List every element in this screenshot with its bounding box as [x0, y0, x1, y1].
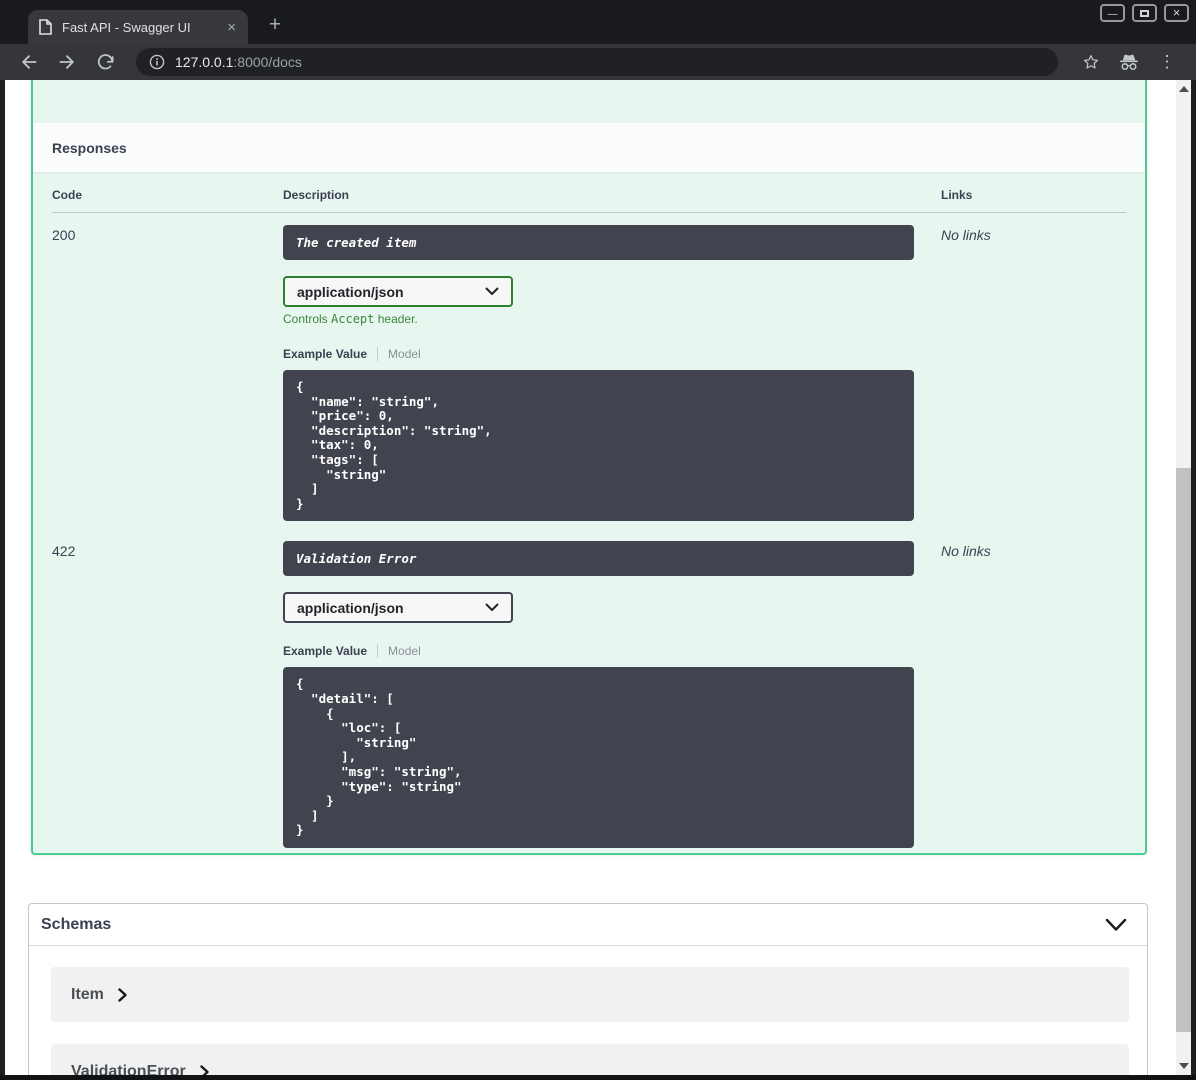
page-scrollbar[interactable]: [1176, 80, 1191, 1075]
example-json-code: { "detail": [ { "loc": [ "string" ], "ms…: [296, 676, 462, 838]
tab-example-value[interactable]: Example Value: [283, 347, 377, 361]
scrollbar-up-arrow-icon[interactable]: [1179, 86, 1189, 92]
response-links: No links: [941, 543, 991, 560]
scrollbar-thumb[interactable]: [1176, 468, 1191, 1032]
chevron-down-icon: [485, 603, 499, 612]
model-name: ValidationError: [71, 1062, 186, 1076]
window-border-right: [1191, 80, 1196, 1080]
schemas-header[interactable]: Schemas: [29, 904, 1147, 946]
close-button[interactable]: ×: [1164, 4, 1189, 22]
media-type-value: application/json: [297, 599, 404, 616]
response-description-box: The created item: [283, 225, 914, 260]
response-code: 200: [52, 227, 76, 243]
opblock-post-responses: Responses Code Description Links 200 The…: [31, 80, 1147, 855]
url-path: :8000/docs: [233, 54, 302, 70]
accept-note-suffix: header.: [374, 312, 418, 326]
col-header-links: Links: [941, 188, 973, 202]
minimize-icon: —: [1107, 9, 1118, 20]
browser-tab[interactable]: Fast API - Swagger UI ×: [28, 10, 248, 44]
site-info-icon[interactable]: [149, 54, 165, 70]
chevron-right-icon: [118, 987, 127, 1002]
responses-title: Responses: [52, 139, 127, 156]
schemas-collapse-chevron-icon[interactable]: [1105, 918, 1127, 932]
responses-table-header: Code Description Links: [52, 172, 1126, 213]
example-model-tabs: Example Value Model: [283, 644, 941, 659]
response-links: No links: [941, 227, 991, 243]
back-arrow-icon: [22, 55, 37, 69]
close-icon: ×: [1172, 5, 1181, 20]
col-header-code: Code: [52, 188, 82, 202]
new-tab-button[interactable]: +: [262, 13, 288, 39]
browser-toolbar: 127.0.0.1:8000/docs ⋮: [0, 44, 1196, 80]
model-item[interactable]: Item: [51, 967, 1129, 1022]
bookmark-button[interactable]: [1079, 50, 1103, 74]
schemas-title: Schemas: [41, 915, 112, 933]
accept-note-code: Accept: [331, 312, 375, 326]
window-border-left: [0, 80, 5, 1080]
chevron-right-icon: [200, 1064, 209, 1075]
row-gap: [52, 521, 1126, 529]
media-type-value: application/json: [297, 283, 404, 300]
window-border-bottom: [0, 1075, 1196, 1080]
response-row-200: 200 The created item application/json Co…: [52, 213, 1126, 522]
tab-close-icon[interactable]: ×: [225, 20, 238, 35]
reload-icon: [97, 53, 113, 69]
url-bar[interactable]: 127.0.0.1:8000/docs: [136, 48, 1058, 76]
example-model-tabs: Example Value Model: [283, 347, 941, 361]
response-code: 422: [52, 543, 76, 560]
responses-section-header: Responses: [33, 123, 1145, 172]
swagger-page: Responses Code Description Links 200 The…: [5, 80, 1191, 1075]
tab-example-value[interactable]: Example Value: [283, 644, 377, 658]
example-json-block: { "detail": [ { "loc": [ "string" ], "ms…: [283, 667, 914, 848]
url-host: 127.0.0.1: [175, 54, 234, 70]
browser-menu-button[interactable]: ⋮: [1155, 50, 1179, 74]
media-type-select[interactable]: application/json: [283, 276, 513, 307]
maximize-icon: [1140, 9, 1149, 17]
response-description-cell: The created item application/json Contro…: [283, 225, 941, 522]
example-json-code: { "name": "string", "price": 0, "descrip…: [296, 379, 492, 511]
example-json-block: { "name": "string", "price": 0, "descrip…: [283, 370, 914, 522]
tab-model[interactable]: Model: [377, 347, 421, 361]
star-icon: [1083, 55, 1099, 69]
schemas-section: Schemas Item ValidationError: [28, 903, 1148, 1075]
response-description-text: Validation Error: [296, 551, 417, 567]
incognito-indicator: [1117, 50, 1141, 74]
responses-table: Code Description Links 200 The created i…: [33, 172, 1145, 868]
browser-window: Fast API - Swagger UI × + — × 127.0.0.1:…: [0, 0, 1196, 1080]
back-button[interactable]: [18, 51, 40, 73]
window-controls: — ×: [1100, 4, 1189, 22]
model-name: Item: [71, 985, 104, 1003]
page-favicon-icon: [39, 19, 52, 35]
titlebar: Fast API - Swagger UI × + — ×: [0, 0, 1196, 44]
minimize-button[interactable]: —: [1100, 4, 1125, 22]
col-header-description: Description: [283, 188, 350, 202]
chevron-down-icon: [485, 287, 499, 295]
accept-header-note: Controls Accept header.: [283, 312, 941, 326]
response-description-box: Validation Error: [283, 541, 914, 577]
response-description-text: The created item: [296, 235, 417, 250]
opblock-body-spacer: [33, 80, 1145, 123]
kebab-menu-icon: ⋮: [1158, 52, 1176, 71]
models-list: Item ValidationError: [29, 946, 1147, 1075]
forward-button[interactable]: [56, 51, 78, 73]
scrollbar-down-arrow-icon[interactable]: [1179, 1063, 1189, 1069]
model-validationerror[interactable]: ValidationError: [51, 1044, 1129, 1075]
forward-arrow-icon: [59, 55, 74, 69]
tab-title: Fast API - Swagger UI: [62, 19, 191, 35]
response-row-422: 422 Validation Error application/json Ex…: [52, 529, 1126, 848]
incognito-icon: [1120, 54, 1138, 70]
response-description-cell: Validation Error application/json Exampl…: [283, 541, 941, 848]
accept-note-prefix: Controls: [283, 312, 332, 326]
reload-button[interactable]: [94, 51, 116, 73]
maximize-button[interactable]: [1132, 4, 1157, 22]
tab-model[interactable]: Model: [377, 644, 421, 659]
url-text: 127.0.0.1:8000/docs: [175, 54, 302, 70]
media-type-select[interactable]: application/json: [283, 592, 513, 624]
